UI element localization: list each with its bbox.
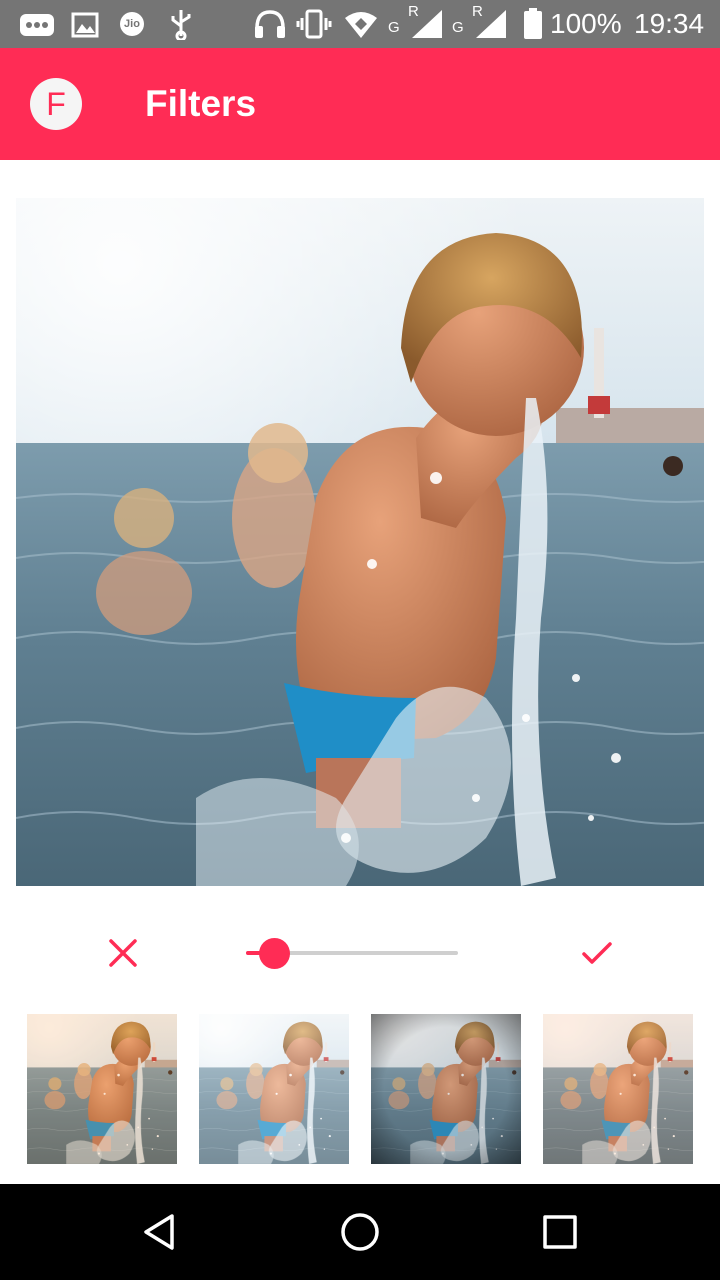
gallery-icon xyxy=(71,12,99,38)
avatar[interactable]: F xyxy=(30,78,82,130)
network-type-label: G xyxy=(388,19,400,36)
photo-preview xyxy=(16,198,704,886)
wifi-hotspot-icon xyxy=(345,12,377,38)
network-type-label: G xyxy=(452,19,464,36)
filter-thumbnail-bright[interactable] xyxy=(199,1014,349,1164)
recents-icon[interactable] xyxy=(536,1208,584,1256)
signal-icon xyxy=(476,10,506,38)
home-icon[interactable] xyxy=(336,1208,384,1256)
app-bar: F Filters xyxy=(0,48,720,160)
clock: 19:34 xyxy=(634,8,705,39)
messages-icon xyxy=(20,14,54,36)
filter-thumbnail-warm[interactable] xyxy=(27,1014,177,1164)
filter-thumbnail-vivid[interactable] xyxy=(543,1014,693,1164)
battery-percent: 100% xyxy=(550,8,622,39)
page-title: Filters xyxy=(145,83,257,124)
status-bar: Jio G R G R 100% 19:34 xyxy=(0,0,720,48)
filter-thumbnail-vignette[interactable] xyxy=(371,1014,521,1164)
check-icon xyxy=(582,942,612,964)
battery-icon xyxy=(524,8,542,39)
headset-icon xyxy=(255,10,285,38)
cancel-button[interactable] xyxy=(98,928,148,978)
usb-icon xyxy=(171,10,191,40)
confirm-button[interactable] xyxy=(572,928,622,978)
back-icon[interactable] xyxy=(136,1208,184,1256)
slider-thumb[interactable] xyxy=(258,938,290,969)
close-icon xyxy=(109,939,137,967)
signal-icon xyxy=(412,10,442,38)
vibrate-icon xyxy=(296,9,332,39)
navigation-bar xyxy=(0,1184,720,1280)
intensity-slider[interactable] xyxy=(246,936,460,970)
jio-icon: Jio xyxy=(120,12,144,36)
